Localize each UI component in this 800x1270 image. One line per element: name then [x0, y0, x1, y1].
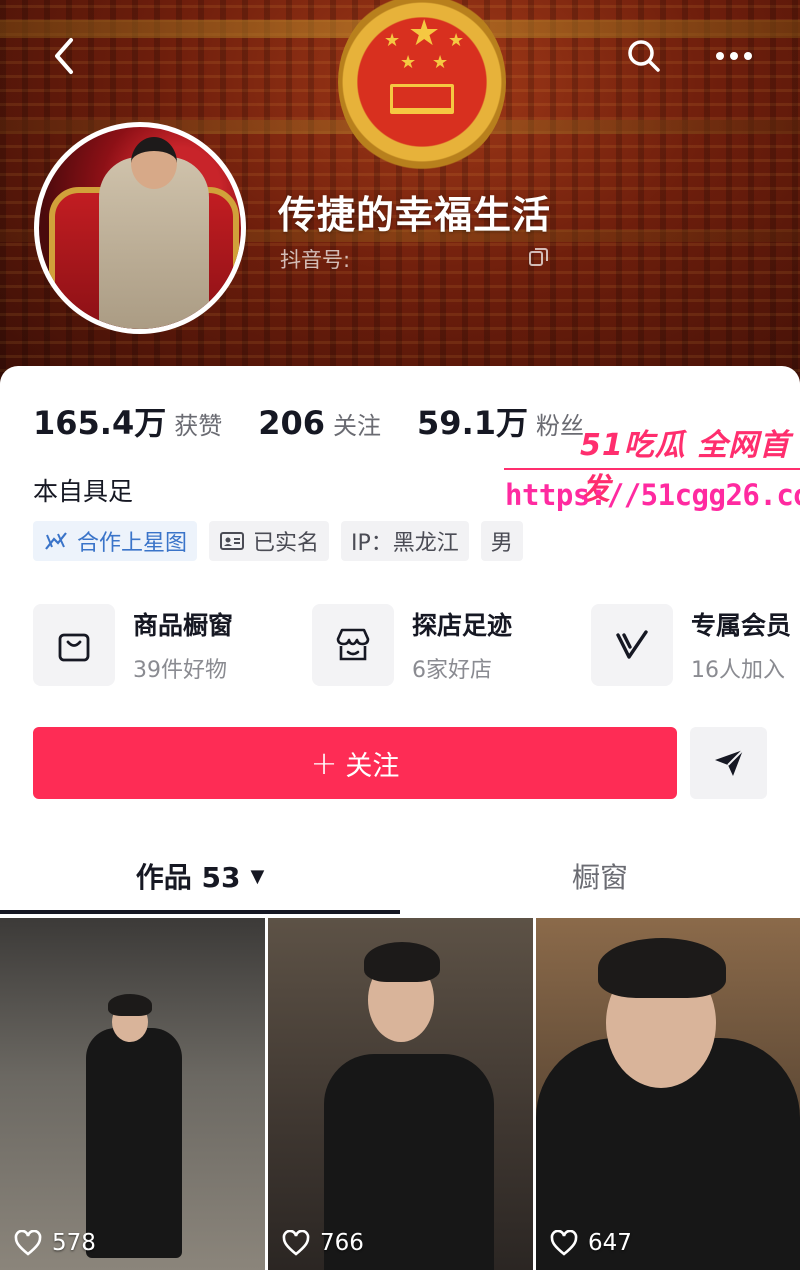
bio-text: 本自具足 — [33, 477, 134, 506]
star-icon: ★ — [448, 30, 465, 51]
feature-store-visits[interactable]: 探店足迹 6家好店 — [312, 602, 512, 688]
feature-exclusive-membership[interactable]: 专属会员 16人加入 — [591, 602, 791, 688]
send-icon — [714, 749, 744, 776]
star-icon: ★ — [432, 52, 449, 73]
star-icon: ★ — [400, 52, 417, 73]
tag-verified[interactable]: 已实名 — [209, 521, 330, 561]
profile-tags: 合作上星图 已实名 IP：黑龙江 男 — [33, 521, 535, 561]
star-icon: ★ — [408, 13, 441, 54]
more-dots-icon — [716, 52, 752, 60]
feature-product-window[interactable]: 商品橱窗 39件好物 — [33, 602, 233, 688]
tab-works[interactable]: 作品 53 ▼ — [0, 836, 400, 916]
chevron-left-icon — [55, 38, 73, 74]
shopping-bag-icon — [33, 604, 115, 686]
video-grid: 578 766 647 — [0, 918, 800, 1270]
tab-label: 作品 53 — [135, 861, 241, 894]
watermark-divider — [504, 468, 800, 470]
stat-label: 获赞 — [174, 412, 223, 440]
stat-value: 59.1万 — [417, 404, 528, 442]
tab-label: 橱窗 — [571, 861, 628, 894]
vip-v-icon — [591, 604, 673, 686]
store-icon — [312, 604, 394, 686]
video-likes: 647 — [550, 1230, 632, 1256]
likes-count: 766 — [320, 1230, 364, 1256]
tag-star-map[interactable]: 合作上星图 — [33, 521, 198, 561]
back-button[interactable] — [42, 34, 86, 78]
feature-title: 商品橱窗 — [133, 611, 234, 640]
video-likes: 578 — [14, 1230, 96, 1256]
stat-label: 关注 — [333, 412, 382, 440]
douyin-id-label: 抖音号: — [280, 248, 351, 272]
tag-label: IP：黑龙江 — [351, 531, 459, 556]
tag-label: 男 — [490, 531, 513, 556]
feature-subtitle: 6家好店 — [412, 658, 492, 683]
caret-down-icon: ▼ — [250, 865, 265, 887]
display-name: 传捷的幸福生活 — [278, 193, 552, 237]
tag-ip-location: IP：黑龙江 — [341, 521, 469, 561]
feature-title: 专属会员 — [691, 611, 792, 640]
stat-value: 165.4万 — [33, 404, 167, 442]
follow-button[interactable]: + 关注 — [33, 727, 677, 799]
stat-label: 粉丝 — [536, 412, 584, 440]
tab-window[interactable]: 橱窗 — [400, 836, 800, 916]
plus-icon: + — [310, 744, 338, 782]
video-thumbnail[interactable]: 766 — [268, 918, 533, 1270]
feature-subtitle: 39件好物 — [133, 658, 227, 683]
id-card-icon — [219, 530, 245, 552]
heart-icon — [550, 1230, 578, 1256]
feature-title: 探店足迹 — [412, 611, 513, 640]
tag-label: 已实名 — [253, 531, 320, 556]
likes-count: 647 — [588, 1230, 632, 1256]
star-map-icon — [43, 530, 69, 552]
star-icon: ★ — [384, 30, 401, 51]
avatar[interactable] — [34, 122, 246, 334]
heart-icon — [14, 1230, 42, 1256]
stat-following[interactable]: 206 关注 — [258, 404, 381, 442]
heart-icon — [282, 1230, 310, 1256]
national-emblem-image: ★ ★ ★ ★ ★ — [338, 0, 506, 182]
feature-row: 商品橱窗 39件好物 探店足迹 6家好店 专属会员 16人加入 — [33, 602, 800, 688]
stat-likes[interactable]: 165.4万 获赞 — [33, 398, 222, 444]
video-thumbnail[interactable]: 578 — [0, 918, 265, 1270]
tiananmen-icon — [390, 84, 454, 114]
stat-followers[interactable]: 59.1万 粉丝 — [417, 398, 584, 444]
share-button[interactable] — [690, 727, 767, 799]
likes-count: 578 — [52, 1230, 96, 1256]
follow-button-label: 关注 — [345, 750, 400, 782]
more-button[interactable] — [712, 34, 756, 78]
watermark-url: https://51cgg26.com — [505, 478, 800, 512]
content-tabs: 作品 53 ▼ 橱窗 — [0, 836, 800, 916]
copy-icon[interactable] — [528, 246, 550, 268]
feature-subtitle: 16人加入 — [691, 658, 785, 683]
tab-active-indicator — [0, 910, 400, 914]
tag-gender: 男 — [480, 521, 523, 561]
profile-stats: 165.4万 获赞 206 关注 59.1万 粉丝 — [33, 398, 620, 444]
stat-value: 206 — [258, 404, 326, 442]
video-thumbnail[interactable]: 647 — [536, 918, 800, 1270]
search-icon — [628, 40, 660, 72]
tag-label: 合作上星图 — [77, 531, 188, 556]
search-button[interactable] — [622, 34, 666, 78]
video-likes: 766 — [282, 1230, 364, 1256]
